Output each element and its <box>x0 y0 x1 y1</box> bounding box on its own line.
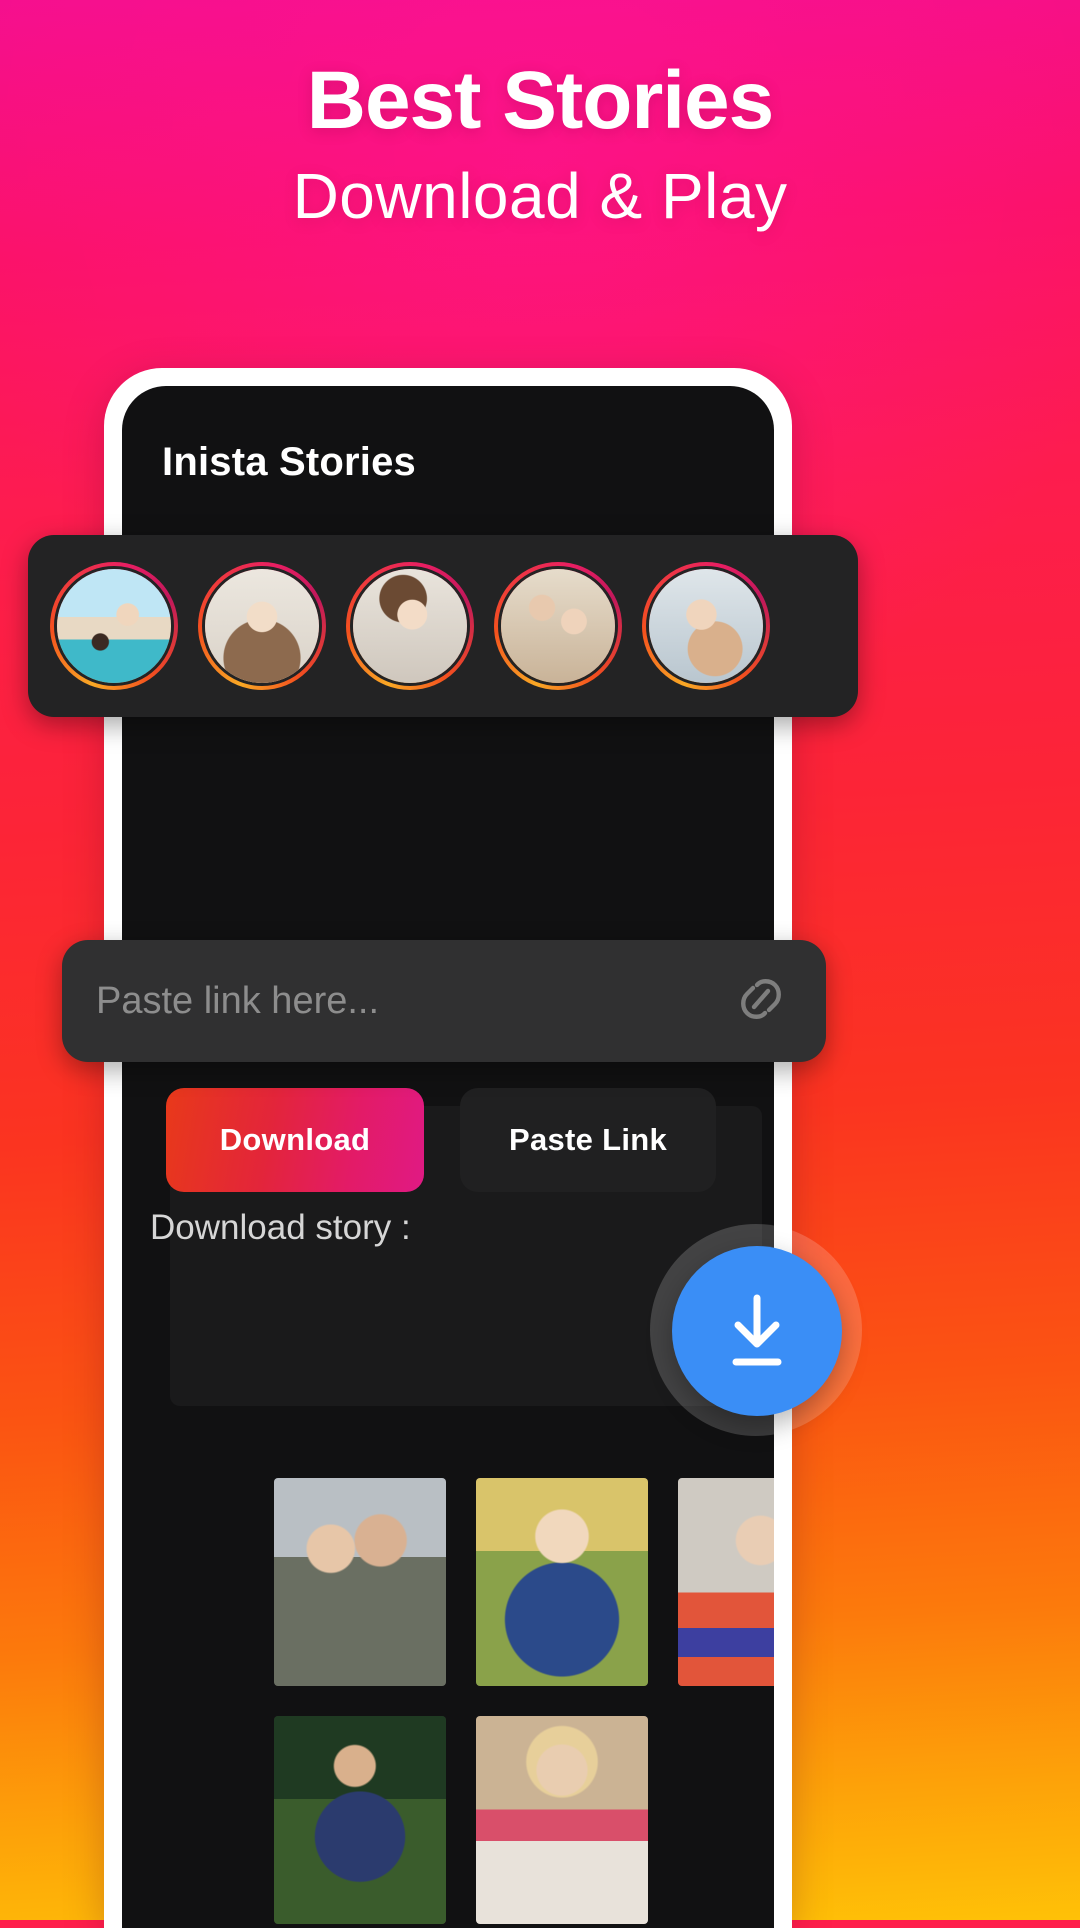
thumb-4-image <box>274 1716 446 1924</box>
thumb-2[interactable] <box>476 1478 648 1686</box>
chain-link-icon[interactable] <box>730 973 792 1030</box>
hero-subtitle: Download & Play <box>292 160 788 232</box>
thumb-4[interactable] <box>274 1716 446 1924</box>
story-4-image <box>501 569 615 683</box>
thumb-5-image <box>476 1716 648 1924</box>
hero-section: Best Stories Download & Play <box>0 55 1080 232</box>
story-3-image <box>353 569 467 683</box>
download-arrow-icon <box>732 1294 782 1366</box>
story-avatar-5[interactable] <box>642 562 770 690</box>
app-title: Inista Stories <box>162 440 416 484</box>
thumb-2-image <box>476 1478 648 1686</box>
thumb-3[interactable] <box>678 1478 774 1686</box>
story-2-image <box>205 569 319 683</box>
paste-link-button[interactable]: Paste Link <box>460 1088 716 1192</box>
download-fab-button[interactable] <box>672 1246 842 1416</box>
thumb-5[interactable] <box>476 1716 648 1924</box>
stories-strip <box>28 535 858 717</box>
paste-link-field[interactable]: Paste link here... <box>62 940 826 1062</box>
thumb-1-image <box>274 1478 446 1686</box>
download-button[interactable]: Download <box>166 1088 424 1192</box>
story-5-image <box>649 569 763 683</box>
thumb-3-image <box>678 1478 774 1686</box>
story-avatar-3[interactable] <box>346 562 474 690</box>
action-buttons: Download Paste Link <box>166 1088 716 1192</box>
story-thumbnail-grid <box>274 1478 774 1924</box>
link-input-placeholder[interactable]: Paste link here... <box>96 980 730 1023</box>
story-avatar-2[interactable] <box>198 562 326 690</box>
thumb-1[interactable] <box>274 1478 446 1686</box>
download-story-label: Download story : <box>150 1208 411 1247</box>
story-avatar-1[interactable] <box>50 562 178 690</box>
hero-title: Best Stories <box>306 55 775 146</box>
story-1-image <box>57 569 171 683</box>
story-avatar-4[interactable] <box>494 562 622 690</box>
